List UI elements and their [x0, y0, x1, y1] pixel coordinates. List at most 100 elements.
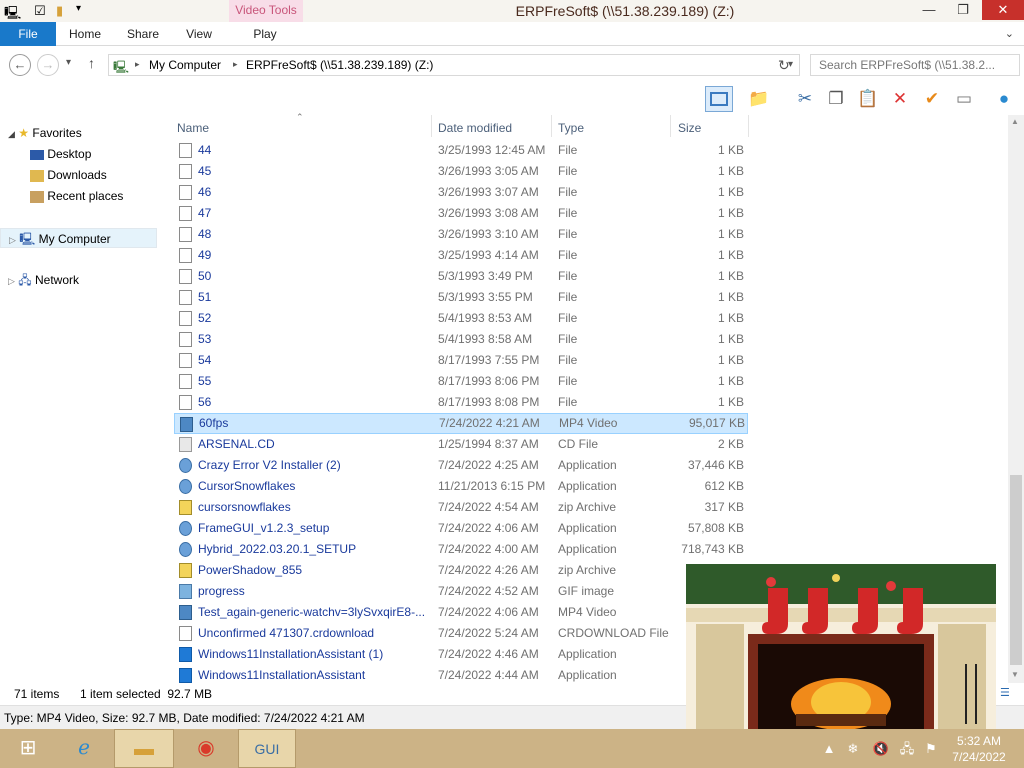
file-type: GIF image — [558, 584, 615, 598]
nav-my-computer[interactable]: ▷ 🖳 My Computer — [0, 228, 157, 248]
move-to-folder-icon[interactable]: 📁 — [745, 86, 773, 112]
fireplace-widget[interactable] — [686, 564, 996, 730]
file-row[interactable]: Unconfirmed 471307.crdownload 7/24/2022 5… — [174, 623, 748, 644]
file-row[interactable]: FrameGUI_v1.2.3_setup 7/24/2022 4:06 AM Ap… — [174, 518, 748, 539]
file-name: 48 — [198, 227, 212, 241]
start-button[interactable]: ⊞ — [0, 729, 56, 768]
tab-home[interactable]: Home — [60, 22, 110, 46]
file-row[interactable]: CursorSnowflakes 11/21/2013 6:15 PM Applic… — [174, 476, 748, 497]
file-row[interactable]: Crazy Error V2 Installer (2) 7/24/2022 4:… — [174, 455, 748, 476]
close-button[interactable]: ✕ — [982, 0, 1024, 20]
volume-muted-icon[interactable]: 🔇 — [872, 740, 890, 758]
file-row[interactable]: 54 8/17/1993 7:55 PM File 1 KB — [174, 350, 748, 371]
framegui-icon[interactable]: GUI — [238, 729, 296, 768]
new-folder-icon[interactable]: ▮ — [56, 3, 63, 19]
file-row[interactable]: 44 3/25/1993 12:45 AM File 1 KB — [174, 140, 748, 161]
file-row[interactable]: cursorsnowflakes 7/24/2022 4:54 AM zip Arc… — [174, 497, 748, 518]
file-row[interactable]: 56 8/17/1993 8:08 PM File 1 KB — [174, 392, 748, 413]
delete-icon[interactable]: ✕ — [886, 86, 914, 112]
breadcrumb-my-computer[interactable]: My Computer — [149, 58, 221, 72]
preview-pane-icon[interactable] — [705, 86, 733, 112]
file-file-icon — [179, 374, 192, 389]
app-file-icon — [179, 458, 192, 473]
file-type: File — [558, 353, 578, 367]
tab-file[interactable]: File — [0, 22, 56, 46]
paste-icon[interactable]: 📋 — [854, 86, 882, 112]
file-type: CRDOWNLOAD File — [558, 626, 669, 640]
file-row[interactable]: progress 7/24/2022 4:52 AM GIF image — [174, 581, 748, 602]
file-row[interactable]: Test_again-generic-watchv=3lySvxqirE8-..… — [174, 602, 748, 623]
forward-button[interactable]: → — [37, 54, 59, 76]
scroll-up-icon[interactable]: ▲ — [1011, 117, 1019, 126]
clock[interactable]: 5:32 AM 7/24/2022 — [944, 733, 1014, 765]
column-divider[interactable] — [431, 115, 432, 137]
file-row[interactable]: 51 5/3/1993 3:55 PM File 1 KB — [174, 287, 748, 308]
details-view-icon[interactable]: ☰ — [1000, 686, 1010, 699]
properties-icon[interactable]: ☑ — [34, 3, 46, 19]
rename-icon[interactable]: ▭ — [950, 86, 978, 112]
chevron-down-icon[interactable]: ⌄ — [1005, 27, 1014, 40]
column-divider[interactable] — [748, 115, 749, 137]
column-header-name[interactable]: Name — [177, 119, 209, 137]
file-row[interactable]: 49 3/25/1993 4:14 AM File 1 KB — [174, 245, 748, 266]
file-explorer-icon[interactable]: ▬ — [114, 729, 174, 768]
file-row[interactable]: ARSENAL.CD 1/25/1994 8:37 AM CD File 2 KB — [174, 434, 748, 455]
chevron-right-icon: ▸ — [233, 59, 238, 69]
nav-network[interactable]: ▷ 🖧 Network — [8, 270, 79, 290]
file-row[interactable]: 55 8/17/1993 8:06 PM File 1 KB — [174, 371, 748, 392]
tab-view[interactable]: View — [174, 22, 224, 46]
nav-recent-places[interactable]: Recent places — [30, 186, 123, 206]
column-header-size[interactable]: Size — [678, 119, 701, 137]
file-row[interactable]: 60fps 7/24/2022 4:21 AM MP4 Video 95,017 KB — [174, 413, 748, 434]
file-row[interactable]: 50 5/3/1993 3:49 PM File 1 KB — [174, 266, 748, 287]
file-row[interactable]: Windows11InstallationAssistant (1) 7/24/2… — [174, 644, 748, 665]
copy-icon[interactable]: ❐ — [822, 86, 850, 112]
maximize-button[interactable]: ❐ — [946, 0, 980, 20]
nav-downloads[interactable]: Downloads — [30, 165, 107, 185]
file-row[interactable]: 45 3/26/1993 3:05 AM File 1 KB — [174, 161, 748, 182]
snowflake-icon[interactable]: ❄ — [844, 740, 862, 758]
search-input[interactable]: Search ERPFreSoft$ (\\51.38.2... — [810, 54, 1020, 76]
nav-favorites-label: Favorites — [32, 126, 82, 140]
internet-explorer-icon[interactable]: ℯ — [56, 729, 112, 768]
chevron-down-icon[interactable]: ▾ — [76, 3, 81, 14]
scrollbar-thumb[interactable] — [1010, 475, 1022, 665]
file-row[interactable]: 52 5/4/1993 8:53 AM File 1 KB — [174, 308, 748, 329]
file-row[interactable]: Hybrid_2022.03.20.1_SETUP 7/24/2022 4:00 … — [174, 539, 748, 560]
vertical-scrollbar[interactable]: ▲ ▼ — [1008, 115, 1024, 683]
address-box[interactable]: 🖳 ▸ My Computer ▸ ERPFreSoft$ (\\51.38.2… — [108, 54, 800, 76]
file-size: 1 KB — [717, 269, 744, 283]
nav-desktop[interactable]: Desktop — [30, 144, 91, 164]
file-row[interactable]: 53 5/4/1993 8:58 AM File 1 KB — [174, 329, 748, 350]
chrome-icon[interactable]: ◉ — [178, 729, 234, 768]
video-file-icon — [180, 417, 193, 432]
minimize-button[interactable]: — — [912, 0, 946, 20]
action-center-icon[interactable]: ⚑ — [922, 740, 940, 758]
file-row[interactable]: 46 3/26/1993 3:07 AM File 1 KB — [174, 182, 748, 203]
back-button[interactable]: ← — [9, 54, 31, 76]
column-header-type[interactable]: Type — [558, 119, 584, 137]
file-row[interactable]: 48 3/26/1993 3:10 AM File 1 KB — [174, 224, 748, 245]
file-name: Unconfirmed 471307.crdownload — [198, 626, 375, 640]
file-size: 1 KB — [717, 185, 744, 199]
tab-play[interactable]: Play — [234, 22, 296, 46]
tab-share[interactable]: Share — [118, 22, 168, 46]
file-file-icon — [179, 290, 192, 305]
file-row[interactable]: PowerShadow_855 7/24/2022 4:26 AM zip Arch… — [174, 560, 748, 581]
breadcrumb-drive[interactable]: ERPFreSoft$ (\\51.38.239.189) (Z:) — [246, 58, 433, 72]
column-header-date[interactable]: Date modified — [438, 119, 512, 137]
show-hidden-icons[interactable]: ▲ — [820, 740, 838, 758]
recent-locations-icon[interactable]: ▾ — [66, 57, 71, 68]
refresh-icon[interactable]: ↻ — [778, 57, 790, 74]
file-row[interactable]: 47 3/26/1993 3:08 AM File 1 KB — [174, 203, 748, 224]
network-tray-icon[interactable]: 🖧 — [898, 740, 916, 758]
checkmark-icon[interactable]: ✔ — [918, 86, 946, 112]
scroll-down-icon[interactable]: ▼ — [1011, 670, 1019, 679]
cut-icon[interactable]: ✂ — [791, 86, 819, 112]
nav-favorites[interactable]: ◢ ★ Favorites — [8, 123, 82, 143]
ribbon: Home Share View Play ⌄ — [0, 22, 1024, 46]
column-divider[interactable] — [670, 115, 671, 137]
globe-icon[interactable]: ● — [990, 86, 1018, 112]
up-button[interactable]: ↑ — [88, 55, 95, 71]
column-divider[interactable] — [551, 115, 552, 137]
